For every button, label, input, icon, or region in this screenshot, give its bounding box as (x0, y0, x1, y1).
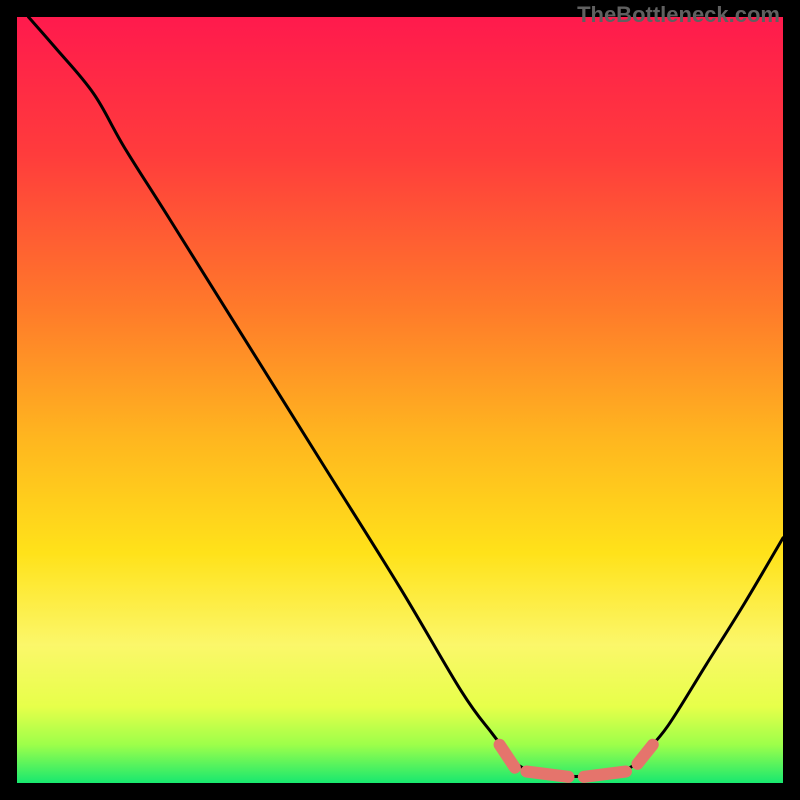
chart-frame (17, 17, 783, 783)
bottleneck-chart (17, 17, 783, 783)
gradient-background (17, 17, 783, 783)
marker-segment (584, 772, 626, 777)
watermark-text: TheBottleneck.com (577, 2, 780, 28)
marker-segment (526, 772, 568, 777)
